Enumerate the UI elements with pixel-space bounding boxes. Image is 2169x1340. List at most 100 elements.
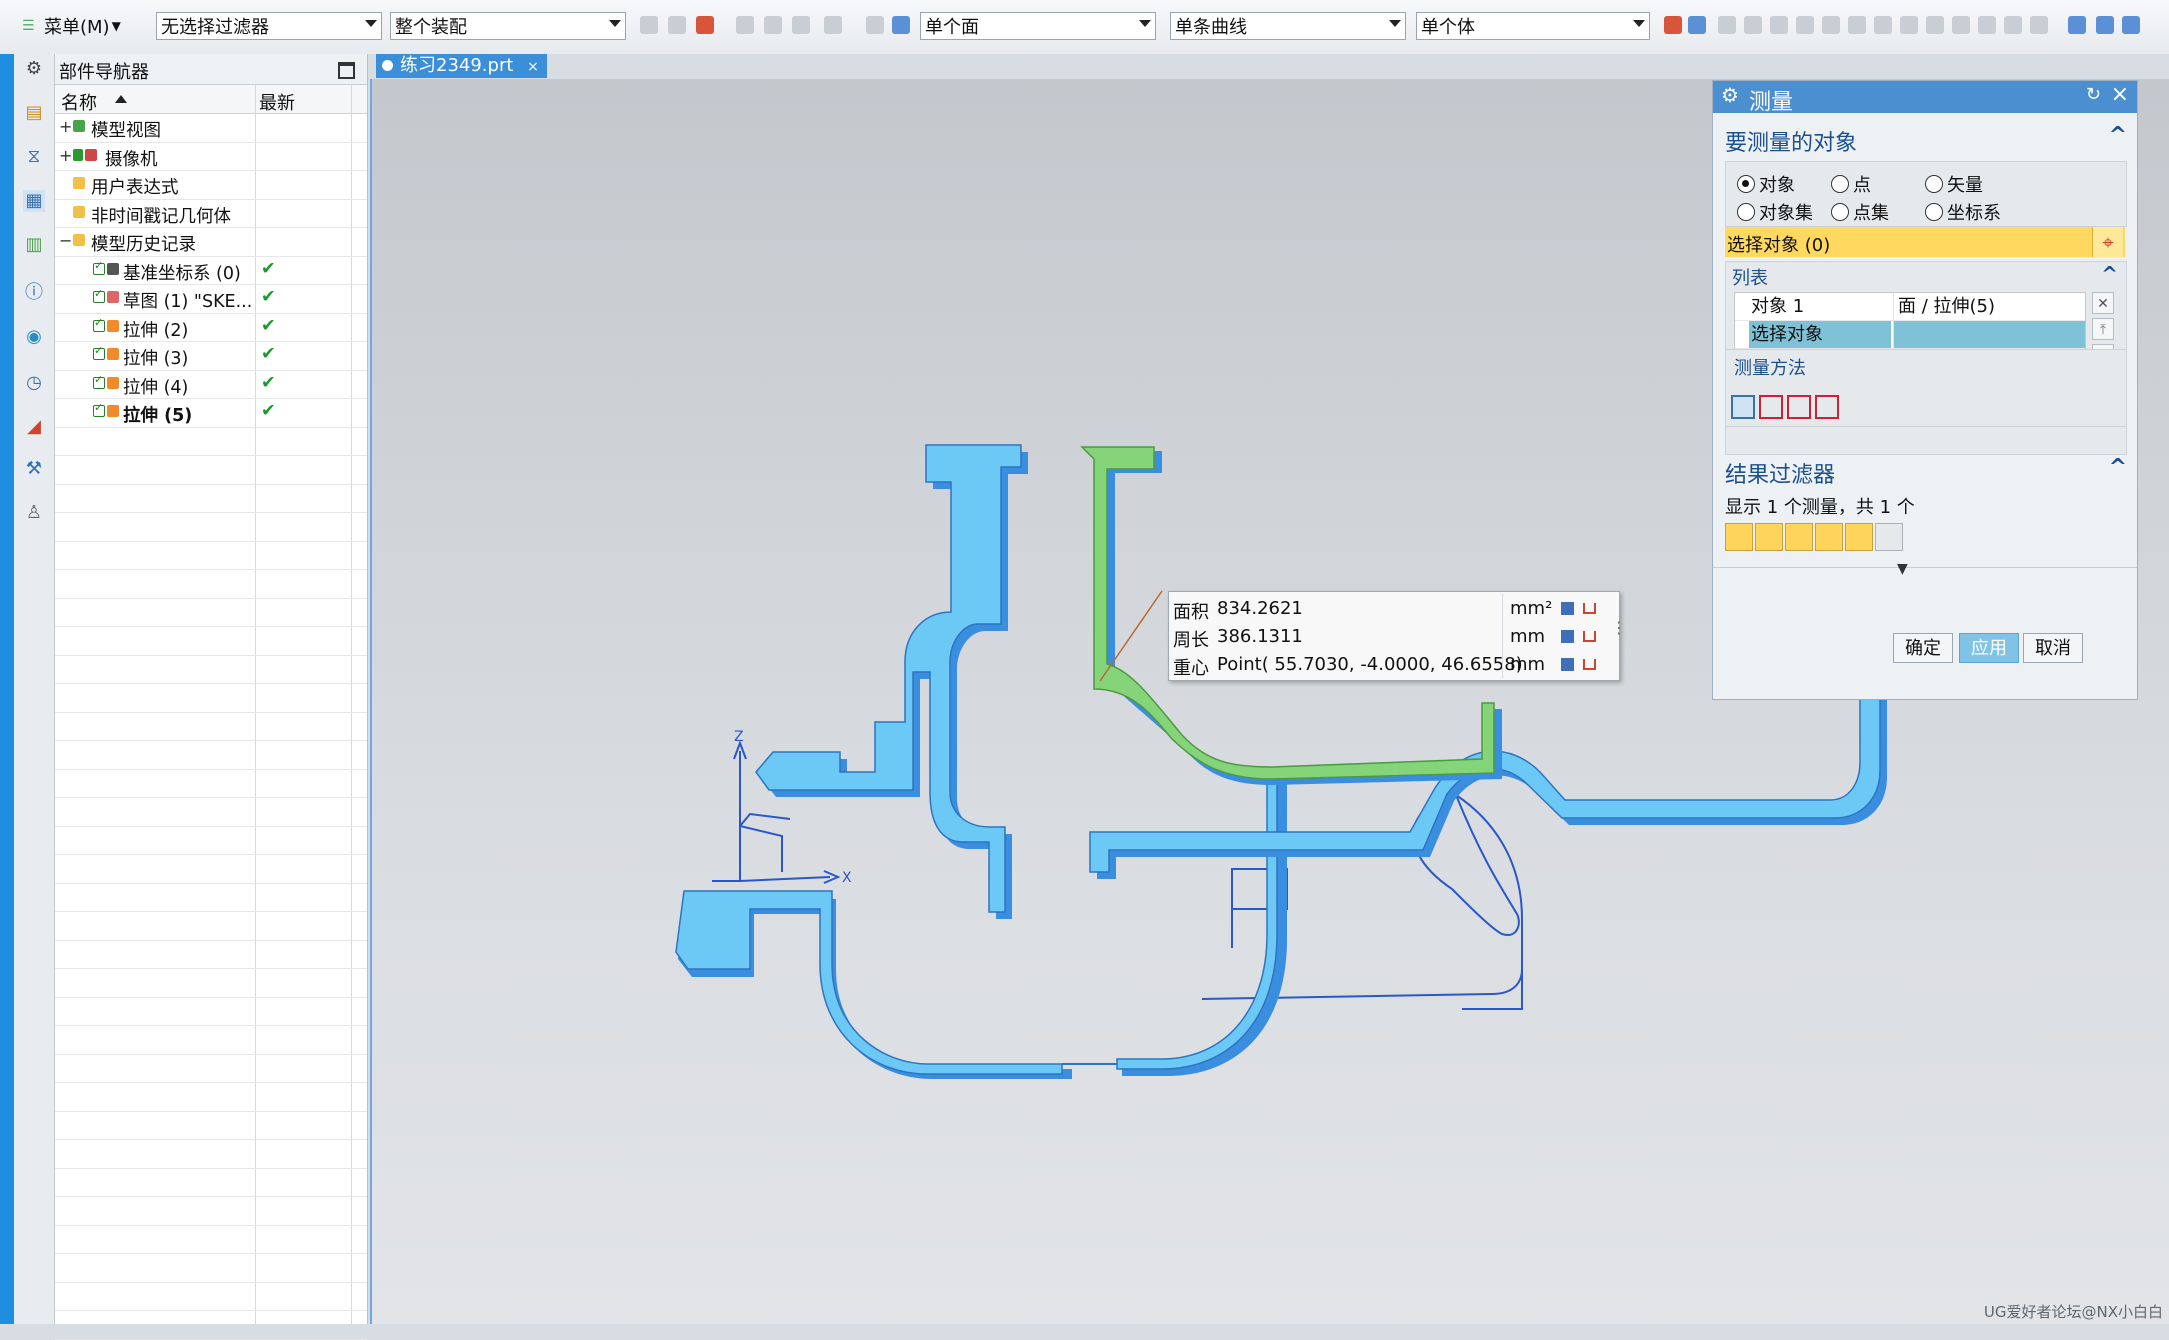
- snap-icon[interactable]: [2030, 16, 2048, 34]
- expand-more-icon[interactable]: ▼: [1897, 561, 1908, 577]
- history-icon[interactable]: ◉: [23, 326, 45, 348]
- checkbox-icon[interactable]: [93, 344, 105, 360]
- collapse-icon[interactable]: −: [59, 231, 72, 250]
- list-item[interactable]: 对象 1 面 / 拉伸(5): [1735, 293, 2085, 321]
- close-tab-icon[interactable]: ×: [527, 59, 539, 75]
- column-name-header[interactable]: 名称: [61, 89, 97, 115]
- settings-icon[interactable]: ⚙: [23, 58, 45, 80]
- tree-row-user-expressions[interactable]: 用户表达式: [55, 171, 367, 200]
- radio-object-set[interactable]: 对象集: [1737, 199, 1813, 225]
- view-orient-icon[interactable]: [2068, 16, 2086, 34]
- list-item[interactable]: 选择对象: [1735, 321, 2085, 349]
- filter-angle-icon[interactable]: [1785, 523, 1813, 551]
- tree-row-model-history[interactable]: − 模型历史记录: [55, 228, 367, 257]
- dialog-titlebar[interactable]: ⚙ 测量 ↻ ×: [1713, 81, 2137, 115]
- select-icon[interactable]: [736, 16, 754, 34]
- method-screen-distance-icon[interactable]: [1787, 395, 1811, 419]
- snap-icon[interactable]: [1822, 16, 1840, 34]
- method-min-clearance-icon[interactable]: [1815, 395, 1839, 419]
- snap-icon[interactable]: [1796, 16, 1814, 34]
- maximize-icon[interactable]: [338, 62, 355, 79]
- snap-icon[interactable]: [1874, 16, 1892, 34]
- body-icon[interactable]: [892, 16, 910, 34]
- tree-row-extrude-2[interactable]: 拉伸 (2) ✔: [55, 314, 367, 342]
- method-distance-icon[interactable]: [1731, 395, 1755, 419]
- info-icon[interactable]: [1561, 658, 1574, 671]
- more-options-icon[interactable]: ⋮: [1611, 618, 1627, 637]
- filter-arc-icon[interactable]: [1755, 523, 1783, 551]
- snap-icon[interactable]: [1718, 16, 1736, 34]
- snap-icon[interactable]: [1900, 16, 1918, 34]
- tree-row-camera[interactable]: + 摄像机: [55, 143, 367, 171]
- info-icon[interactable]: [1561, 630, 1574, 643]
- filter-area-icon[interactable]: [1815, 523, 1843, 551]
- info-icon[interactable]: [1561, 602, 1574, 615]
- snap-icon[interactable]: [1744, 16, 1762, 34]
- face-rule-dropdown[interactable]: 单个面: [920, 12, 1156, 40]
- file-tab[interactable]: 练习2349.prt ×: [376, 54, 547, 78]
- filter-section-header[interactable]: 结果过滤器: [1725, 457, 1835, 489]
- extruded-body-lower[interactable]: [675, 778, 1287, 1079]
- checkbox-icon[interactable]: [93, 259, 105, 275]
- checkbox-icon[interactable]: [93, 316, 105, 332]
- rotate-icon[interactable]: [2122, 16, 2140, 34]
- tree-row-sketch[interactable]: 草图 (1) "SKE... ✔: [55, 285, 367, 314]
- apply-button[interactable]: 应用: [1959, 633, 2019, 663]
- select-icon[interactable]: [764, 16, 782, 34]
- filter-icon[interactable]: [696, 16, 714, 34]
- snap-icon[interactable]: [1926, 16, 1944, 34]
- tools-icon[interactable]: ⚒: [23, 458, 45, 480]
- dimension-icon[interactable]: [1583, 659, 1596, 670]
- crosshair-icon[interactable]: ⌖: [2092, 227, 2123, 257]
- tree-row-extrude-4[interactable]: 拉伸 (4) ✔: [55, 371, 367, 399]
- extruded-body-right[interactable]: [755, 444, 1028, 919]
- radio-point-set[interactable]: 点集: [1831, 199, 1889, 225]
- method-projected-distance-icon[interactable]: [1759, 395, 1783, 419]
- collapse-icon[interactable]: ^: [2101, 262, 2118, 286]
- snap-icon[interactable]: [1952, 16, 1970, 34]
- sort-ascending-icon[interactable]: [115, 95, 127, 103]
- radio-csys[interactable]: 坐标系: [1925, 199, 2001, 225]
- assembly-navigator-icon[interactable]: ▤: [23, 102, 45, 124]
- collapse-icon[interactable]: ^: [2109, 455, 2127, 480]
- radio-vector[interactable]: 矢量: [1925, 171, 1983, 197]
- filter-distance-icon[interactable]: [1725, 523, 1753, 551]
- part-navigator-icon[interactable]: ▦: [23, 190, 45, 212]
- roles-icon[interactable]: ♙: [23, 502, 45, 524]
- body-rule-dropdown[interactable]: 单个体: [1416, 12, 1650, 40]
- snap-point-icon[interactable]: [1664, 16, 1682, 34]
- snap-icon[interactable]: [640, 16, 658, 34]
- remove-icon[interactable]: ✕: [2092, 292, 2114, 314]
- snap-icon[interactable]: [2004, 16, 2022, 34]
- snap-icon[interactable]: [1848, 16, 1866, 34]
- reset-icon[interactable]: ↻: [2086, 84, 2101, 105]
- tree-row-non-timestamp-geometry[interactable]: 非时间戳记几何体: [55, 200, 367, 228]
- tree-row-model-views[interactable]: + 模型视图: [55, 114, 367, 143]
- expand-icon[interactable]: +: [59, 117, 72, 136]
- filter-volume-icon[interactable]: [1845, 523, 1873, 551]
- reuse-library-icon[interactable]: ▥: [23, 234, 45, 256]
- clock-icon[interactable]: ◷: [23, 372, 45, 394]
- palette-icon[interactable]: ◢: [23, 416, 45, 438]
- filter-more-icon[interactable]: [1875, 523, 1903, 551]
- fit-view-icon[interactable]: [2096, 16, 2114, 34]
- checkbox-icon[interactable]: [93, 287, 105, 303]
- objects-section-header[interactable]: 要测量的对象: [1725, 125, 1857, 157]
- radio-point[interactable]: 点: [1831, 171, 1871, 197]
- dimension-icon[interactable]: [1583, 631, 1596, 642]
- cancel-button[interactable]: 取消: [2023, 633, 2083, 663]
- web-browser-icon[interactable]: ⓘ: [23, 282, 45, 304]
- arrow-icon[interactable]: [1688, 16, 1706, 34]
- ok-button[interactable]: 确定: [1893, 633, 1953, 663]
- checkbox-icon[interactable]: [93, 373, 105, 389]
- view-icon[interactable]: [866, 16, 884, 34]
- scope-dropdown[interactable]: 整个装配: [390, 12, 626, 40]
- checkbox-icon[interactable]: [93, 401, 105, 417]
- tree-row-extrude-3[interactable]: 拉伸 (3) ✔: [55, 342, 367, 371]
- gear-icon[interactable]: ⚙: [1721, 83, 1739, 107]
- collapse-icon[interactable]: ^: [2109, 123, 2127, 148]
- selection-filter-dropdown[interactable]: 无选择过滤器: [156, 12, 382, 40]
- radio-object[interactable]: 对象: [1737, 171, 1795, 197]
- close-icon[interactable]: ×: [2111, 82, 2129, 107]
- tree-row-datum-csys[interactable]: 基准坐标系 (0) ✔: [55, 257, 367, 285]
